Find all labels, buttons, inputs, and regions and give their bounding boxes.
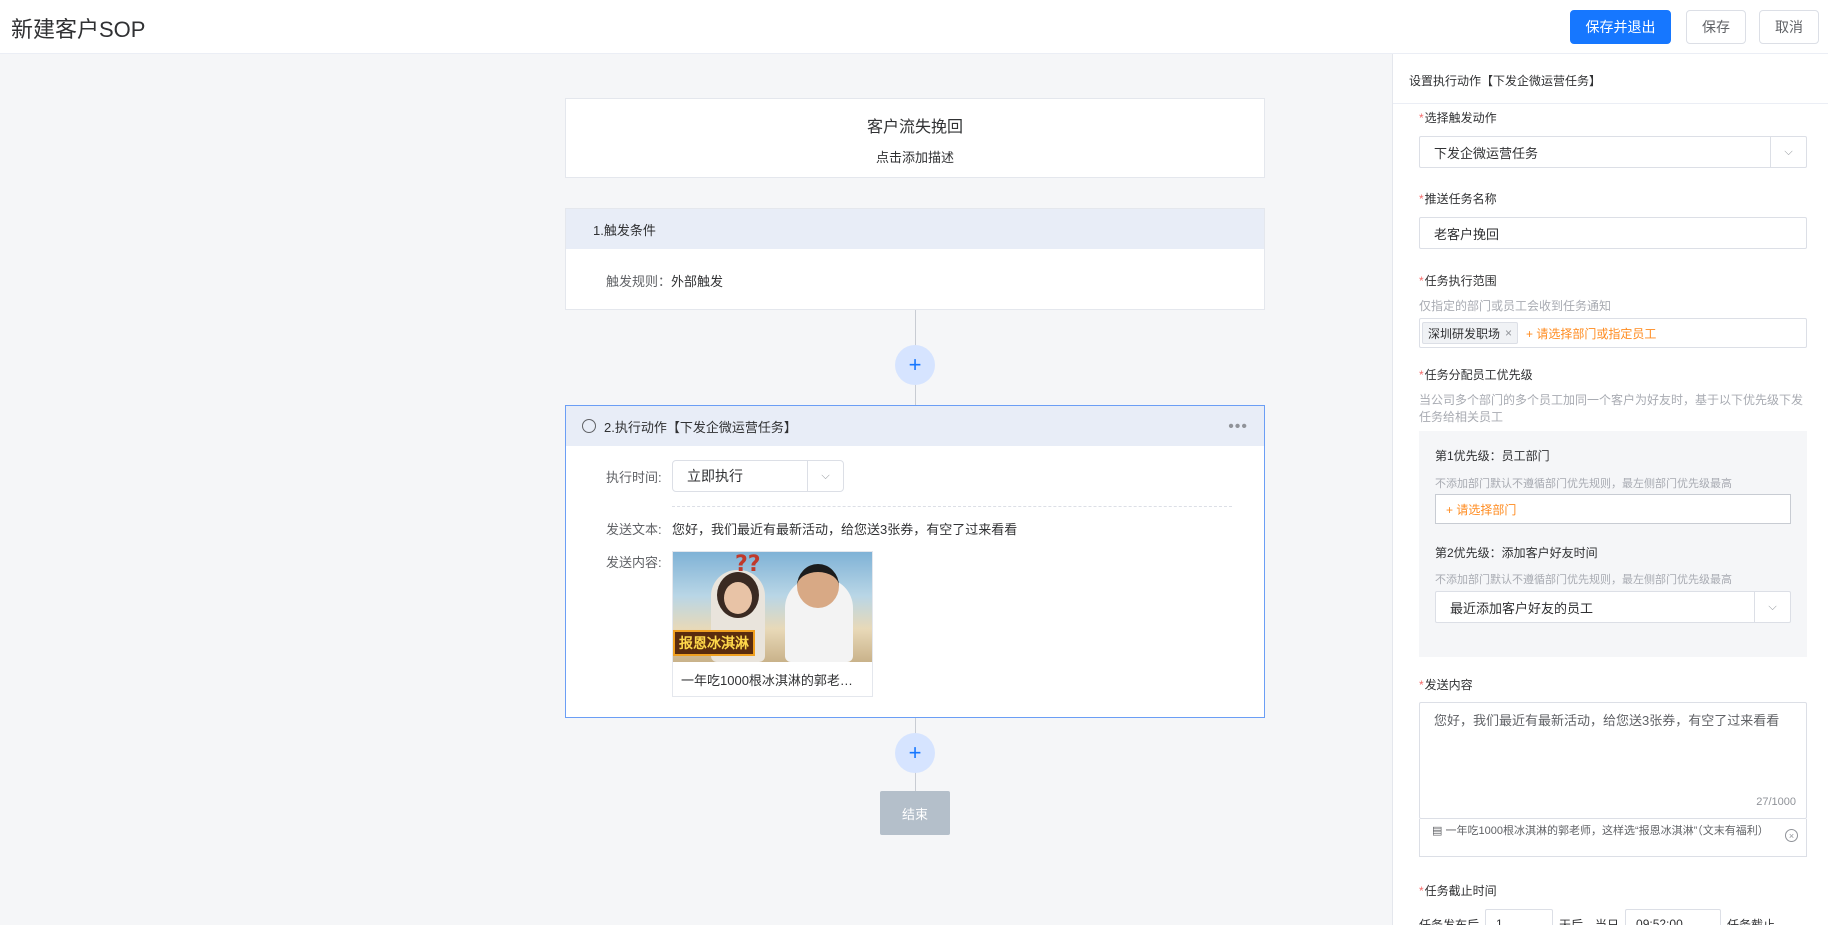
priority2-hint: 不添加部门默认不遵循部门优先规则，最左侧部门优先级最高 (1435, 574, 1732, 586)
deadline-mid: 天后，当日 (1559, 917, 1620, 925)
flow-canvas: 客户流失挽回 点击添加描述 1.触发条件 触发规则：外部触发 + 2.执行动作【… (0, 54, 1392, 925)
deadline-suffix: 任务截止 (1727, 917, 1776, 925)
media-banner-text: 报恩冰淇淋 (673, 630, 755, 656)
content-value: 您好，我们最近有最新活动，给您送3张券，有空了过来看看 (1434, 713, 1780, 728)
media-thumbnail: ?? 报恩冰淇淋 (673, 552, 872, 662)
cancel-button[interactable]: 取消 (1759, 10, 1819, 44)
deadline-days-input[interactable]: 1 (1485, 909, 1554, 925)
send-text-label: 发送文本: (606, 522, 662, 537)
priority-label: *任务分配员工优先级 (1419, 368, 1533, 382)
action-step-card[interactable]: 2.执行动作【下发企微运营任务】 ••• 执行时间: 立即执行 ⌵ 发送文本: … (565, 405, 1265, 718)
content-count: 27/1000 (1756, 796, 1796, 808)
attachment-icon: ▤ (1432, 825, 1443, 837)
save-and-exit-button[interactable]: 保存并退出 (1570, 10, 1671, 44)
flow-description[interactable]: 点击添加描述 (566, 147, 1264, 166)
send-text-value: 您好，我们最近有最新活动，给您送3张券，有空了过来看看 (672, 522, 1018, 537)
priority2-select[interactable]: 最近添加客户好友的员工 ⌵ (1435, 591, 1791, 623)
exec-time-value: 立即执行 (687, 468, 743, 484)
gear-icon (582, 419, 596, 433)
action-step-header: 2.执行动作【下发企微运营任务】 (566, 406, 1264, 446)
deadline-time-input[interactable]: 09:52:00 (1625, 909, 1722, 925)
attachment-item[interactable]: ▤ 一年吃1000根冰淇淋的郭老师，这样选“报恩冰淇淋”（文末有福利） × (1419, 819, 1807, 857)
task-name-input[interactable]: 老客户挽回 (1419, 217, 1807, 249)
trigger-step-card[interactable]: 1.触发条件 触发规则：外部触发 (565, 208, 1265, 310)
media-card[interactable]: ?? 报恩冰淇淋 一年吃1000根冰淇淋的郭老师，这样选“报恩冰淇淋” (672, 551, 873, 697)
content-textarea[interactable]: 您好，我们最近有最新活动，给您送3张券，有空了过来看看 27/1000 (1419, 702, 1807, 819)
chevron-down-icon: ⌵ (1754, 592, 1790, 622)
priority-box: 第1优先级：员工部门 不添加部门默认不遵循部门优先规则，最左侧部门优先级最高 +… (1419, 431, 1807, 657)
task-name-value: 老客户挽回 (1434, 226, 1500, 242)
close-icon[interactable]: × (1505, 326, 1512, 340)
deadline-prefix: 任务发布后 (1419, 917, 1480, 925)
add-step-button[interactable]: + (895, 733, 935, 773)
trigger-action-select[interactable]: 下发企微运营任务 ⌵ (1419, 136, 1807, 168)
exec-time-label: 执行时间: (606, 470, 662, 485)
content-label: *发送内容 (1419, 678, 1473, 692)
trigger-rule-label: 触发规则： (606, 274, 672, 289)
add-step-button[interactable]: + (895, 345, 935, 385)
trigger-action-value: 下发企微运营任务 (1434, 145, 1539, 161)
action-step-title: 2.执行动作【下发企微运营任务】 (604, 419, 797, 435)
send-content-label: 发送内容: (606, 555, 662, 570)
chevron-down-icon: ⌵ (1770, 137, 1806, 167)
priority1-department-select[interactable]: + 请选择部门 (1435, 494, 1791, 524)
priority1-label: 第1优先级：员工部门 (1435, 449, 1550, 463)
page-title: 新建客户SOP (11, 17, 146, 42)
more-icon[interactable]: ••• (1228, 418, 1248, 436)
deadline-label: *任务截止时间 (1419, 884, 1497, 898)
deadline-row: 任务发布后 1 天后，当日 09:52:00 任务截止 (1419, 909, 1775, 925)
scope-add-link[interactable]: + 请选择部门或指定员工 (1526, 325, 1656, 342)
priority2-value: 最近添加客户好友的员工 (1450, 600, 1594, 616)
chevron-down-icon: ⌵ (807, 461, 843, 491)
scope-label: *任务执行范围 (1419, 274, 1497, 288)
scope-tag: 深圳研发职场 × (1422, 322, 1519, 344)
exec-time-select[interactable]: 立即执行 ⌵ (672, 460, 844, 492)
media-caption: 一年吃1000根冰淇淋的郭老师，这样选“报恩冰淇淋” (681, 673, 872, 688)
divider (672, 506, 1232, 507)
panel-title: 设置执行动作【下发企微运营任务】 (1409, 74, 1602, 88)
scope-selector[interactable]: 深圳研发职场 × + 请选择部门或指定员工 (1419, 318, 1807, 348)
trigger-action-label: *选择触发动作 (1419, 111, 1497, 125)
panel-header: 设置执行动作【下发企微运营任务】 (1393, 54, 1828, 104)
attachment-title: 一年吃1000根冰淇淋的郭老师，这样选“报恩冰淇淋”（文末有福利） (1445, 825, 1769, 837)
flow-name[interactable]: 客户流失挽回 (566, 113, 1264, 137)
close-icon[interactable]: × (1785, 829, 1798, 842)
save-button[interactable]: 保存 (1686, 10, 1746, 44)
trigger-rule-value: 外部触发 (671, 274, 724, 289)
task-name-label: *推送任务名称 (1419, 192, 1497, 206)
scope-hint: 仅指定的部门或员工会收到任务通知 (1419, 299, 1612, 313)
priority1-hint: 不添加部门默认不遵循部门优先规则，最左侧部门优先级最高 (1435, 478, 1732, 490)
trigger-rule: 触发规则：外部触发 (606, 271, 723, 290)
end-node: 结束 (880, 791, 950, 835)
priority1-add-link[interactable]: + 请选择部门 (1446, 501, 1516, 518)
priority2-label: 第2优先级：添加客户好友时间 (1435, 546, 1598, 560)
question-marks: ?? (735, 552, 761, 577)
priority-hint: 当公司多个部门的多个员工加同一个客户为好友时，基于以下优先级下发任务给相关员工 (1419, 393, 1804, 424)
settings-panel: 设置执行动作【下发企微运营任务】 *选择触发动作 下发企微运营任务 ⌵ *推送任… (1392, 54, 1828, 925)
top-bar: 新建客户SOP 保存并退出 保存 取消 (0, 0, 1828, 54)
trigger-step-title: 1.触发条件 (566, 209, 1264, 249)
flow-title-card[interactable]: 客户流失挽回 点击添加描述 (565, 98, 1265, 178)
